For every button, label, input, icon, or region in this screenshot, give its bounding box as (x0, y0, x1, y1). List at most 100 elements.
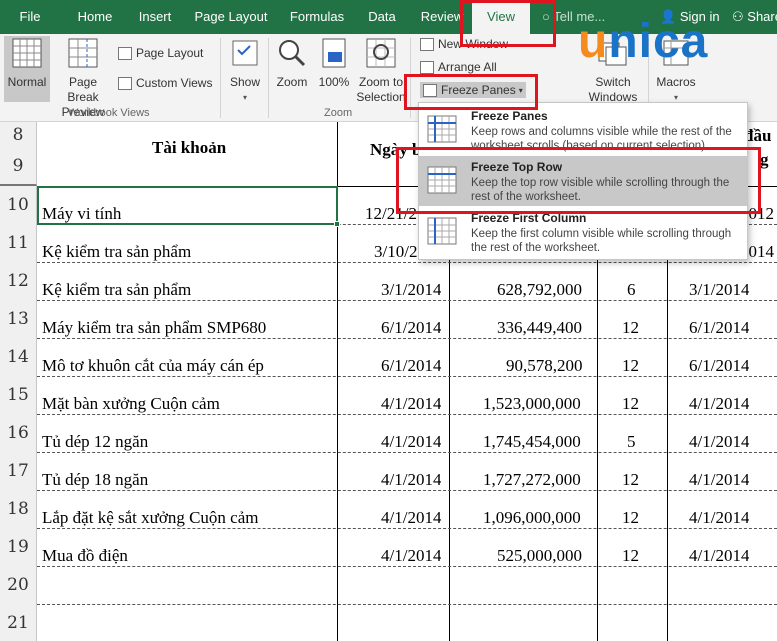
row-header[interactable]: 18 (0, 490, 37, 528)
tab-data[interactable]: Data (364, 0, 400, 34)
cell-amount[interactable]: 1,745,454,000 (483, 432, 581, 452)
header-account[interactable]: Tài khoản (152, 138, 226, 158)
arrange-all-icon (420, 60, 434, 74)
row-header[interactable]: 13 (0, 300, 37, 338)
tab-review[interactable]: Review (420, 0, 464, 34)
page-break-label-1: Page Break (67, 75, 99, 104)
zoom-button[interactable]: Zoom (272, 38, 312, 90)
arrange-all-label: Arrange All (438, 60, 497, 74)
page-layout-label: Page Layout (136, 46, 204, 60)
cell-account[interactable]: Kệ kiểm tra sản phẩm (42, 242, 191, 262)
normal-view-button[interactable]: Normal (4, 38, 50, 90)
tab-formulas[interactable]: Formulas (288, 0, 346, 34)
cell-date[interactable]: 4/1/2014 (381, 508, 441, 528)
cell-start[interactable]: 4/1/2014 (689, 394, 749, 414)
zoom-to-selection-label-1: Zoom to (358, 75, 403, 89)
show-button[interactable]: Show ▾ (226, 38, 264, 105)
cell-amount[interactable]: 1,523,000,000 (483, 394, 581, 414)
cell-date[interactable]: 6/1/2014 (381, 356, 441, 376)
cell-account[interactable]: Mô tơ khuôn cắt của máy cán ép (42, 356, 264, 376)
cell-date[interactable]: 4/1/2014 (381, 394, 441, 414)
row-separator (37, 300, 777, 301)
cell-date[interactable]: 6/1/2014 (381, 318, 441, 338)
normal-view-label: Normal (7, 75, 47, 89)
custom-views-button[interactable]: Custom Views (118, 76, 212, 90)
row-header[interactable]: 8 (0, 122, 37, 148)
row-separator (37, 566, 777, 567)
cell-account[interactable]: Tủ dép 12 ngăn (42, 432, 148, 452)
row-header[interactable]: 20 (0, 566, 37, 604)
cell-amount[interactable]: 336,449,400 (497, 318, 582, 338)
show-icon (232, 40, 258, 66)
cell-account[interactable]: Máy vi tính (42, 204, 121, 224)
row-header[interactable]: 19 (0, 528, 37, 566)
macros-label: Macros (656, 75, 696, 89)
menu-item-freeze-first-column[interactable]: Freeze First Column Keep the first colum… (419, 207, 747, 257)
cell-date[interactable]: 3/1/2014 (381, 280, 441, 300)
switch-windows-label-1: Switch (595, 75, 631, 89)
row-header[interactable]: 14 (0, 338, 37, 376)
cell-date[interactable]: 4/1/2014 (381, 432, 441, 452)
row-header[interactable]: 12 (0, 262, 37, 300)
group-separator (220, 38, 221, 118)
workbook-views-group-label: Workbook Views (68, 107, 150, 119)
cell-months[interactable]: 12 (622, 356, 639, 376)
share-button[interactable]: ⚇ Share (732, 0, 777, 34)
tab-page-layout[interactable]: Page Layout (194, 0, 268, 34)
cell-start[interactable]: 6/1/2014 (689, 318, 749, 338)
tab-file[interactable]: File (10, 0, 50, 34)
cell-months[interactable]: 12 (622, 318, 639, 338)
cell-amount[interactable]: 1,096,000,000 (483, 508, 581, 528)
cell-amount[interactable]: 1,727,272,000 (483, 470, 581, 490)
cell-amount[interactable]: 628,792,000 (497, 280, 582, 300)
cell-date[interactable]: 4/1/2014 (381, 470, 441, 490)
tab-insert[interactable]: Insert (132, 0, 178, 34)
row-header[interactable]: 17 (0, 452, 37, 490)
cell-start[interactable]: 4/1/2014 (689, 432, 749, 452)
custom-views-label: Custom Views (136, 76, 213, 90)
cell-account[interactable]: Mua đồ điện (42, 546, 128, 566)
row-separator (37, 452, 777, 453)
zoom-100-button[interactable]: 100% (314, 38, 354, 90)
arrange-all-button[interactable]: Arrange All (420, 60, 497, 74)
cell-account[interactable]: Máy kiểm tra sản phẩm SMP680 (42, 318, 266, 338)
row-header[interactable]: 21 (0, 604, 37, 641)
row-header[interactable]: 9 (0, 148, 37, 186)
cell-account[interactable]: Mặt bàn xưởng Cuộn cảm (42, 394, 220, 414)
cell-months[interactable]: 12 (622, 508, 639, 528)
cell-start[interactable]: 3/1/2014 (689, 280, 749, 300)
cell-start[interactable]: 4/1/2014 (689, 508, 749, 528)
cell-start[interactable]: 4/1/2014 (689, 546, 749, 566)
tab-home[interactable]: Home (70, 0, 120, 34)
header-start[interactable]: đầu (744, 126, 771, 146)
cell-amount[interactable]: 90,578,200 (506, 356, 583, 376)
row-header[interactable]: 16 (0, 414, 37, 452)
page-layout-view-button[interactable]: Page Layout (118, 46, 203, 60)
page-break-preview-icon (68, 38, 98, 68)
unica-logo-rest: nica (608, 15, 709, 68)
row-separator (37, 528, 777, 529)
cell-months[interactable]: 6 (627, 280, 636, 300)
cell-months[interactable]: 12 (622, 394, 639, 414)
cell-months[interactable]: 5 (627, 432, 636, 452)
cell-account[interactable]: Tủ dép 18 ngăn (42, 470, 148, 490)
cell-months[interactable]: 12 (622, 546, 639, 566)
row-header[interactable]: 15 (0, 376, 37, 414)
zoom-to-selection-button[interactable]: Zoom to Selection (356, 38, 406, 105)
cell-date[interactable]: 3/10/2 (374, 242, 417, 262)
row-header[interactable]: 11 (0, 224, 37, 262)
fill-handle[interactable] (334, 221, 340, 227)
row-header[interactable]: 10 (0, 186, 37, 224)
zoom-to-selection-label-2: Selection (356, 90, 406, 104)
header-start-2[interactable]: g (760, 150, 769, 170)
highlight-view-tab (460, 0, 556, 47)
cell-account[interactable]: Kệ kiểm tra sản phẩm (42, 280, 191, 300)
cell-amount[interactable]: 525,000,000 (497, 546, 582, 566)
cell-start[interactable]: 4/1/2014 (689, 470, 749, 490)
cell-account[interactable]: Lắp đặt kệ sắt xưởng Cuộn cảm (42, 508, 258, 528)
cell-months[interactable]: 12 (622, 470, 639, 490)
group-separator (268, 38, 269, 118)
cell-start[interactable]: 6/1/2014 (689, 356, 749, 376)
zoom-100-label: 100% (318, 75, 350, 89)
cell-date[interactable]: 4/1/2014 (381, 546, 441, 566)
